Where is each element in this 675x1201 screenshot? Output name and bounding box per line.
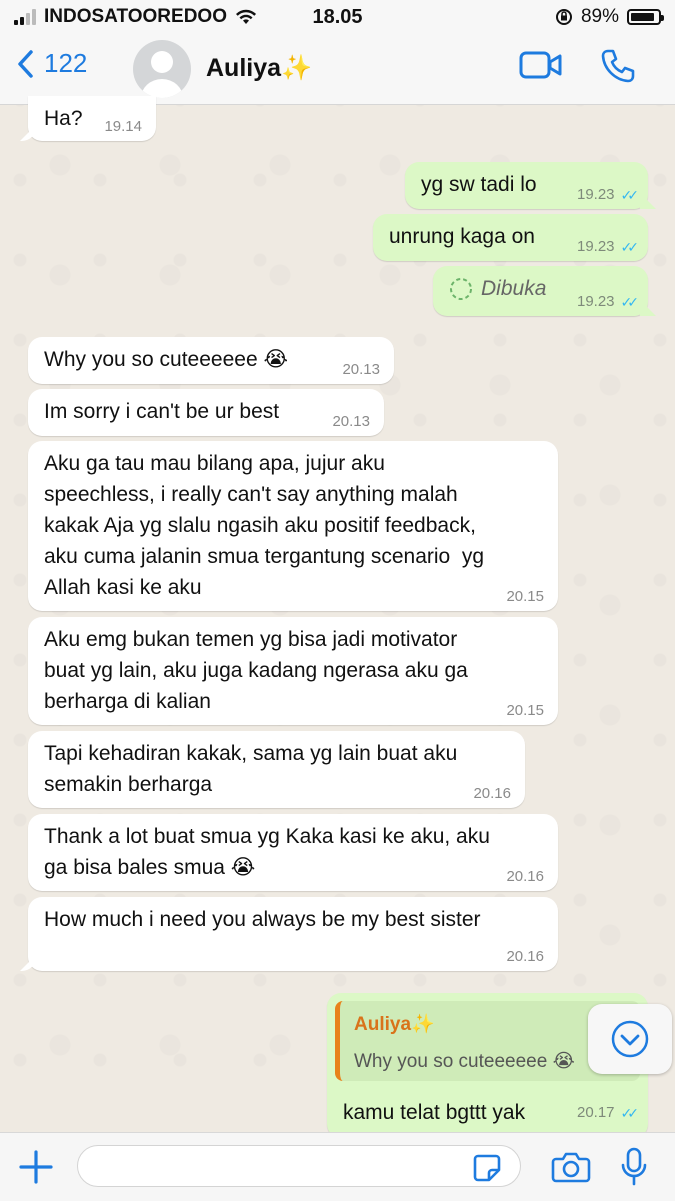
message-time: 20.17 xyxy=(576,1104,615,1121)
message-time: 20.13 xyxy=(342,361,380,378)
message-time: 19.14 xyxy=(104,118,142,135)
message-input[interactable] xyxy=(77,1145,521,1187)
message-text: Aku emg bukan temen yg bisa jadi motivat… xyxy=(44,628,468,713)
attach-button[interactable] xyxy=(18,1149,54,1190)
message-bubble-incoming[interactable]: Im sorry i can't be ur best 20.13 xyxy=(28,389,384,436)
back-count: 122 xyxy=(44,48,88,78)
battery-percent: 89% xyxy=(580,6,619,27)
view-once-icon xyxy=(450,277,472,300)
quoted-sender: Auliya✨ xyxy=(354,1014,435,1035)
message-bubble-incoming[interactable]: Aku ga tau mau bilang apa, jujur aku spe… xyxy=(28,441,558,611)
avatar[interactable] xyxy=(133,40,191,98)
orientation-lock-icon xyxy=(555,9,572,25)
quoted-text: Why you so cuteeeeee 😭 xyxy=(354,1051,575,1072)
phone-icon xyxy=(601,49,635,83)
message-text: Aku ga tau mau bilang apa, jujur aku spe… xyxy=(44,452,485,599)
video-call-button[interactable] xyxy=(519,50,563,85)
message-bubble-incoming[interactable]: How much i need you always be my best si… xyxy=(28,897,558,971)
chat-header: 122 Auliya✨ xyxy=(0,36,675,105)
message-bubble-incoming[interactable]: Aku emg bukan temen yg bisa jadi motivat… xyxy=(28,617,558,725)
view-once-message[interactable]: Dibuka 19.23 ✓✓ xyxy=(433,266,648,316)
sticker-button[interactable] xyxy=(472,1153,502,1188)
message-text: yg sw tadi lo xyxy=(421,173,537,196)
status-bar: INDOSATOOREDOO 18.05 89% xyxy=(0,0,675,36)
message-bubble-outgoing[interactable]: unrung kaga on 19.23 ✓✓ xyxy=(373,214,648,261)
scroll-to-bottom-button[interactable] xyxy=(588,1004,672,1074)
message-text: Thank a lot buat smua yg Kaka kasi ke ak… xyxy=(44,825,490,879)
message-text: How much i need you always be my best si… xyxy=(44,908,481,931)
message-time: 20.15 xyxy=(506,702,544,719)
message-text: unrung kaga on xyxy=(389,225,535,248)
message-text: Tapi kehadiran kakak, sama yg lain buat … xyxy=(44,742,458,796)
message-time: 20.16 xyxy=(506,948,544,965)
message-text: Dibuka xyxy=(481,277,547,300)
message-bubble-incoming[interactable]: Why you so cuteeeeee 😭 20.13 xyxy=(28,337,394,384)
camera-icon xyxy=(551,1152,591,1183)
message-time: 20.15 xyxy=(506,588,544,605)
chevron-down-circle-icon xyxy=(611,1020,649,1058)
camera-button[interactable] xyxy=(551,1151,591,1188)
voice-message-button[interactable] xyxy=(620,1147,648,1192)
message-text: Ha? xyxy=(44,107,83,130)
message-time: 19.23 xyxy=(576,293,615,310)
message-time: 20.13 xyxy=(332,413,370,430)
plus-icon xyxy=(19,1150,53,1184)
message-text: kamu telat bgttt yak xyxy=(343,1101,526,1124)
battery-icon xyxy=(627,9,664,25)
read-receipt-icon: ✓✓ xyxy=(620,187,640,203)
default-avatar-icon xyxy=(141,51,183,98)
chevron-left-icon xyxy=(18,49,33,78)
message-time: 19.23 xyxy=(576,238,615,255)
message-time: 20.16 xyxy=(506,868,544,885)
back-button[interactable]: 122 xyxy=(16,48,87,79)
message-time: 19.23 xyxy=(576,186,615,203)
message-bubble-incoming[interactable]: Tapi kehadiran kakak, sama yg lain buat … xyxy=(28,731,525,808)
message-bubble-incoming[interactable]: Thank a lot buat smua yg Kaka kasi ke ak… xyxy=(28,814,558,891)
contact-name[interactable]: Auliya✨ xyxy=(206,54,312,83)
message-bubble-outgoing[interactable]: yg sw tadi lo 19.23 ✓✓ xyxy=(405,162,648,209)
message-text: Why you so cuteeeeee 😭 xyxy=(44,348,289,371)
microphone-icon xyxy=(621,1147,647,1186)
sticker-icon xyxy=(473,1154,501,1182)
input-bar xyxy=(0,1132,675,1201)
read-receipt-icon: ✓✓ xyxy=(620,239,640,255)
read-receipt-icon: ✓✓ xyxy=(620,1105,640,1121)
message-text: Im sorry i can't be ur best xyxy=(44,400,280,423)
message-bubble-incoming[interactable]: Ha? 19.14 xyxy=(28,96,156,141)
voice-call-button[interactable] xyxy=(600,48,636,89)
read-receipt-icon: ✓✓ xyxy=(620,294,640,310)
message-time: 20.16 xyxy=(473,785,511,802)
video-camera-icon xyxy=(519,51,562,79)
